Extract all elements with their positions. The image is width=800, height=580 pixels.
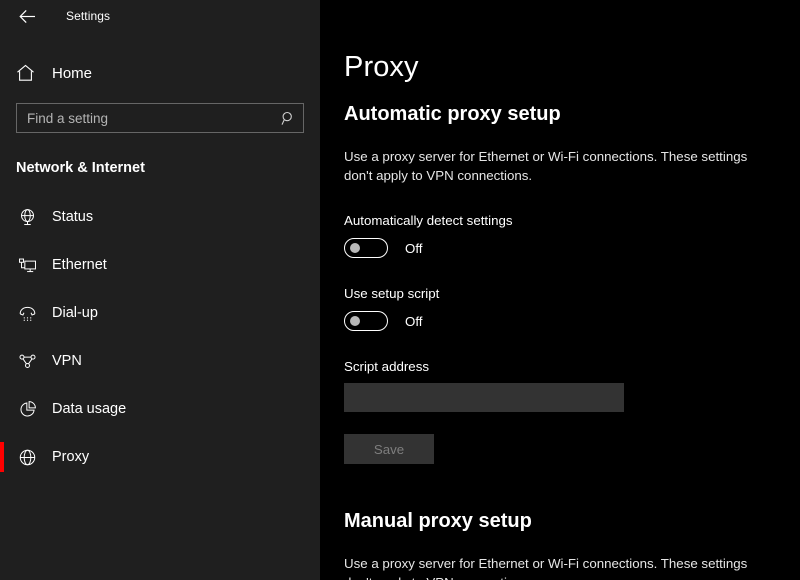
search-icon[interactable] [279, 109, 297, 127]
script-address-label: Script address [344, 359, 760, 374]
sidebar-item-home-label: Home [52, 65, 92, 82]
auto-detect-toggle-row: Off [344, 238, 760, 258]
automatic-proxy-heading: Automatic proxy setup [344, 103, 760, 126]
selection-indicator [0, 442, 4, 472]
sidebar-item-status-label: Status [52, 209, 93, 225]
globe-proxy-icon [16, 446, 38, 468]
auto-detect-toggle-state: Off [405, 241, 423, 256]
setup-script-toggle-row: Off [344, 311, 760, 331]
sidebar-item-vpn-label: VPN [52, 353, 82, 369]
sidebar-item-ethernet-label: Ethernet [52, 257, 107, 273]
auto-detect-toggle[interactable] [344, 238, 388, 258]
sidebar-item-data-usage-label: Data usage [52, 401, 126, 417]
home-icon [16, 64, 38, 82]
back-arrow-icon[interactable] [10, 3, 44, 29]
setup-script-toggle[interactable] [344, 311, 388, 331]
vpn-nodes-icon [16, 350, 38, 372]
setup-script-toggle-state: Off [405, 314, 423, 329]
sidebar-nav-list: Status Ethernet [0, 193, 320, 481]
sidebar-item-ethernet[interactable]: Ethernet [0, 241, 320, 289]
toggle-knob [350, 316, 360, 326]
window-title: Settings [66, 9, 110, 23]
sidebar-item-dial-up[interactable]: Dial-up [0, 289, 320, 337]
manual-proxy-heading: Manual proxy setup [344, 510, 760, 533]
automatic-proxy-description: Use a proxy server for Ethernet or Wi-Fi… [344, 147, 760, 185]
sidebar-category-title: Network & Internet [0, 160, 320, 176]
title-bar: Settings [0, 0, 320, 32]
save-button[interactable]: Save [344, 434, 434, 464]
auto-detect-label: Automatically detect settings [344, 213, 760, 228]
dialup-phone-icon [16, 302, 38, 324]
content-pane: Proxy Automatic proxy setup Use a proxy … [320, 0, 800, 580]
setup-script-label: Use setup script [344, 286, 760, 301]
sidebar-item-status[interactable]: Status [0, 193, 320, 241]
globe-status-icon [16, 206, 38, 228]
sidebar-item-dial-up-label: Dial-up [52, 305, 98, 321]
page-title: Proxy [344, 51, 760, 84]
script-address-input[interactable] [344, 383, 624, 412]
toggle-knob [350, 243, 360, 253]
sidebar-item-proxy-label: Proxy [52, 449, 89, 465]
pie-chart-icon [16, 398, 38, 420]
search-box[interactable] [16, 103, 304, 133]
sidebar-item-data-usage[interactable]: Data usage [0, 385, 320, 433]
ethernet-icon [16, 254, 38, 276]
sidebar-item-home[interactable]: Home [0, 53, 320, 93]
settings-window: Settings Home Network & Internet [0, 0, 800, 580]
manual-proxy-description: Use a proxy server for Ethernet or Wi-Fi… [344, 554, 760, 580]
search-input[interactable] [27, 111, 279, 126]
sidebar-item-proxy[interactable]: Proxy [0, 433, 320, 481]
sidebar-item-vpn[interactable]: VPN [0, 337, 320, 385]
sidebar: Settings Home Network & Internet [0, 0, 320, 580]
